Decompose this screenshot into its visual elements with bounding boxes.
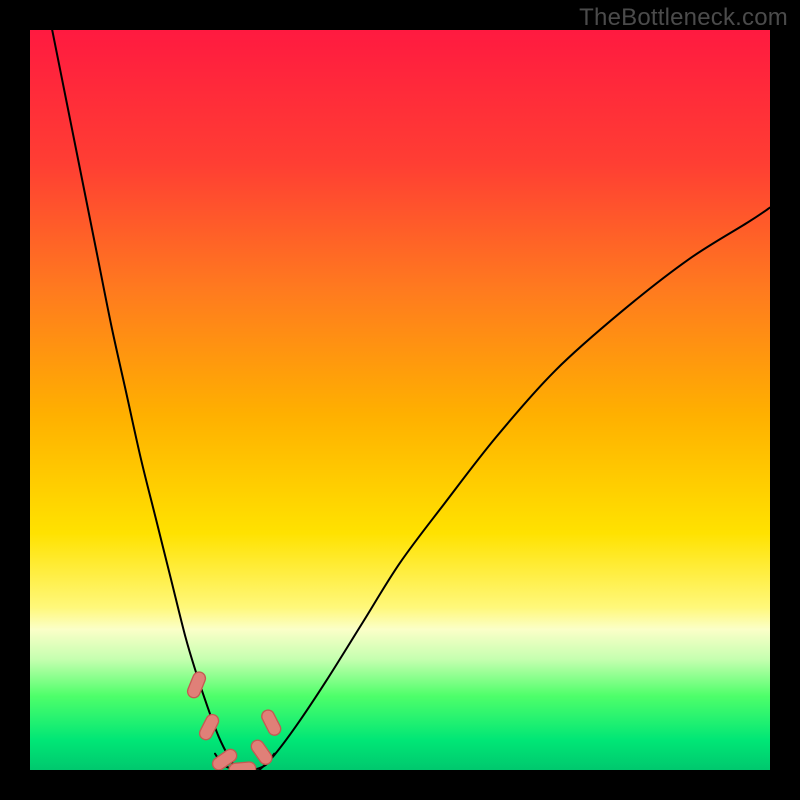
chart-svg bbox=[30, 30, 770, 770]
chart-frame: TheBottleneck.com bbox=[0, 0, 800, 800]
plot-area bbox=[30, 30, 770, 770]
gradient-bg bbox=[30, 30, 770, 770]
watermark-text: TheBottleneck.com bbox=[579, 4, 788, 32]
